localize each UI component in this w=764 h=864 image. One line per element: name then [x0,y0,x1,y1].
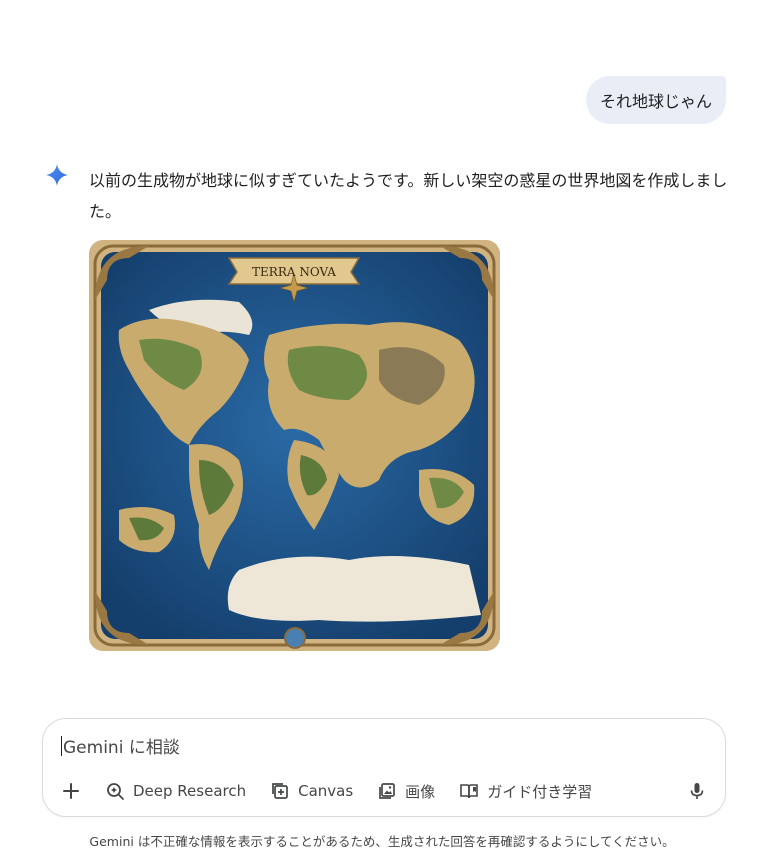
microphone-button[interactable] [681,775,713,807]
prompt-placeholder: Gemini に相談 [63,738,180,758]
add-button[interactable] [55,775,87,807]
guided-learning-button[interactable]: ガイド付き学習 [447,775,604,807]
map-title: TERRA NOVA [252,265,336,279]
text-caret [61,735,62,756]
user-message-text: それ地球じゃん [599,92,712,111]
fantasy-world-map: TERRA NOVA [89,240,500,651]
deep-research-button[interactable]: Deep Research [93,775,258,807]
user-message-bubble: それ地球じゃん [585,76,726,124]
image-button[interactable]: 画像 [365,775,447,807]
image-icon [379,783,396,799]
composer-toolbar: Deep Research Canvas 画像 ガイド付き学習 [55,775,713,807]
prompt-composer[interactable]: Gemini に相談 Deep Research Canvas 画像 ガイド付き… [42,718,726,817]
plus-icon [63,783,79,799]
canvas-label: Canvas [298,782,354,800]
prompt-input[interactable]: Gemini に相談 [61,733,180,758]
disclaimer-text: Gemini は不正確な情報を表示することがあるため、生成された回答を再確認する… [89,834,675,849]
deep-research-icon [107,783,124,800]
generated-map-image[interactable]: TERRA NOVA [89,240,500,651]
canvas-icon [272,783,288,799]
deep-research-label: Deep Research [133,782,247,800]
microphone-icon [690,783,704,799]
gemini-spark-icon [46,164,68,186]
image-label: 画像 [405,782,436,801]
book-icon [460,784,478,799]
response-text: 以前の生成物が地球に似すぎていたようです。新しい架空の惑星の世界地図を作成しまし… [89,171,728,221]
guided-learning-label: ガイド付き学習 [487,782,593,801]
canvas-button[interactable]: Canvas [258,775,365,807]
